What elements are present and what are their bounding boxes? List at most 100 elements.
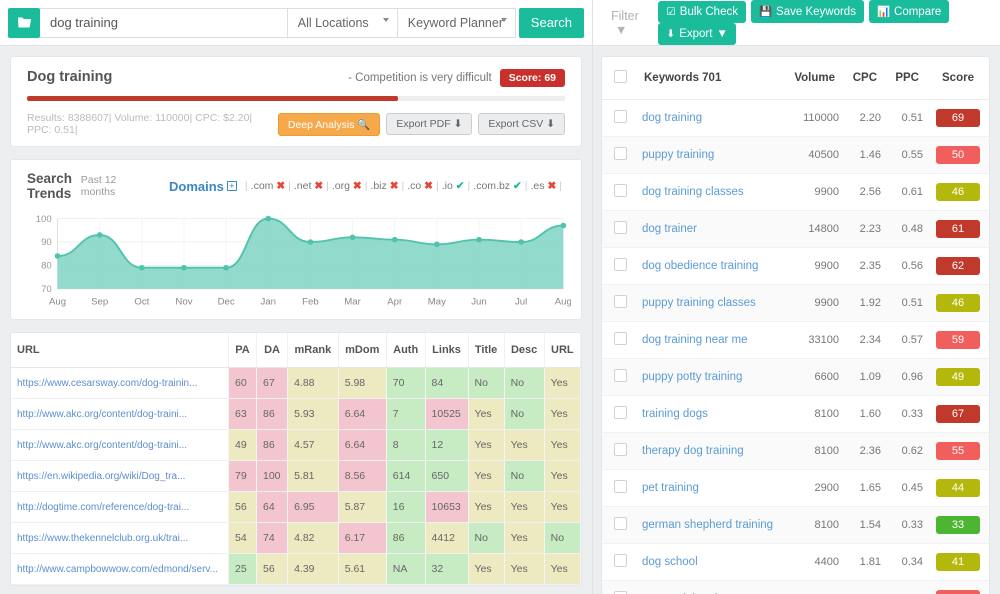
domain-item[interactable]: .es ✖	[531, 180, 557, 192]
domain-item[interactable]: .biz ✖	[370, 180, 398, 192]
volume-cell: 4400	[789, 543, 843, 581]
url-table-column-3[interactable]: mRank	[287, 333, 339, 368]
keyword-link[interactable]: dog training	[642, 112, 702, 124]
search-button[interactable]: Search	[518, 7, 584, 38]
result-url-link[interactable]: http://dogtime.com/reference/dog-trai...	[17, 502, 189, 513]
cpc-cell: 2.56	[843, 173, 885, 211]
left-scroll-area: Dog training - Competition is very diffi…	[0, 46, 592, 594]
score-cell: 46	[927, 173, 989, 211]
search-input[interactable]	[40, 7, 288, 38]
export-button[interactable]: ⬇ Export ▼	[658, 23, 736, 45]
keyword-link[interactable]: therapy dog training	[642, 445, 744, 457]
url-table-column-2[interactable]: DA	[256, 333, 289, 368]
keyword-table-card: Keywords 701 Volume CPC PPC Score dog tr…	[601, 56, 990, 594]
row-checkbox[interactable]	[613, 406, 627, 419]
url-table-column-7[interactable]: Title	[468, 333, 505, 368]
url-table-column-5[interactable]: Auth	[386, 333, 426, 368]
row-checkbox[interactable]	[613, 258, 627, 271]
score-cell: 59	[927, 321, 989, 359]
score-badge: 53	[936, 590, 980, 594]
source-select[interactable]: Keyword Planner	[397, 7, 516, 38]
metric-cell-mrank: 6.95	[287, 491, 339, 523]
compare-button[interactable]: 📊 Compare	[868, 0, 950, 23]
result-url-link[interactable]: https://www.cesarsway.com/dog-trainin...	[17, 378, 197, 389]
result-url-link[interactable]: http://www.akc.org/content/dog-traini...	[17, 440, 187, 451]
ppc-column-header[interactable]: PPC	[885, 57, 927, 100]
keyword-link[interactable]: dog school	[642, 556, 698, 568]
domain-item[interactable]: .io ✔	[442, 180, 465, 192]
row-checkbox[interactable]	[613, 517, 627, 530]
row-checkbox[interactable]	[613, 110, 627, 123]
cpc-cell: 2.34	[843, 321, 885, 359]
domain-item[interactable]: .net ✖	[294, 180, 323, 192]
cpc-column-header[interactable]: CPC	[843, 57, 885, 100]
keyword-link[interactable]: dog obedience training	[642, 260, 758, 272]
keyword-link[interactable]: dog training classes	[642, 186, 744, 198]
keywords-column-header[interactable]: Keywords 701	[638, 57, 789, 100]
volume-cell: 2900	[789, 469, 843, 507]
url-cell: http://www.campbowwow.com/edmond/serv...	[11, 553, 230, 585]
volume-cell: 14800	[789, 210, 843, 248]
export-csv-button[interactable]: Export CSV ⬇	[478, 113, 565, 135]
row-checkbox[interactable]	[613, 480, 627, 493]
location-select[interactable]: All Locations	[287, 7, 398, 38]
bulk-check-button[interactable]: ☑ Bulk Check	[658, 1, 746, 23]
keyword-link[interactable]: dog trainer	[642, 223, 697, 235]
row-checkbox[interactable]	[613, 332, 627, 345]
url-table-column-6[interactable]: Links	[425, 333, 469, 368]
row-checkbox[interactable]	[613, 295, 627, 308]
keyword-link[interactable]: pet training	[642, 482, 699, 494]
domain-item[interactable]: .com.bz ✔	[473, 180, 522, 192]
select-all-header	[602, 57, 638, 100]
save-keywords-button[interactable]: 💾 Save Keywords	[750, 0, 864, 23]
keyword-link[interactable]: puppy training classes	[642, 297, 756, 309]
row-checkbox[interactable]	[613, 221, 627, 234]
keyword-link[interactable]: training dogs	[642, 408, 708, 420]
score-badge: 33	[936, 516, 980, 534]
select-all-checkbox[interactable]	[613, 70, 627, 83]
url-table-column-1[interactable]: PA	[228, 333, 257, 368]
keyword-link[interactable]: puppy training	[642, 149, 714, 161]
url-table-column-9[interactable]: URL	[544, 333, 581, 368]
folder-icon[interactable]	[8, 7, 40, 38]
metric-cell-auth: 7	[386, 398, 426, 430]
metric-cell-desc: Yes	[504, 429, 545, 461]
result-url-link[interactable]: http://www.campbowwow.com/edmond/serv...	[17, 564, 218, 575]
plus-icon[interactable]: +	[226, 181, 237, 191]
keyword-link[interactable]: dog training near me	[642, 334, 747, 346]
domain-item[interactable]: .com ✖	[251, 180, 285, 192]
metric-cell-pa: 54	[228, 522, 257, 554]
domain-item[interactable]: .org ✖	[332, 180, 362, 192]
url-table-column-4[interactable]: mDom	[338, 333, 387, 368]
score-column-header[interactable]: Score	[927, 57, 989, 100]
keyword-row: puppy potty training 6600 1.09 0.96 49	[602, 358, 989, 396]
row-checkbox[interactable]	[613, 554, 627, 567]
export-pdf-button[interactable]: Export PDF ⬇	[386, 113, 473, 135]
keyword-link[interactable]: puppy potty training	[642, 371, 742, 383]
volume-column-header[interactable]: Volume	[789, 57, 843, 100]
domain-separator: |	[524, 180, 528, 192]
row-checkbox[interactable]	[613, 369, 627, 382]
row-select-cell	[602, 247, 638, 285]
url-cell: https://www.cesarsway.com/dog-trainin...	[11, 367, 230, 399]
cpc-cell: 2.20	[843, 99, 885, 137]
row-checkbox[interactable]	[613, 147, 627, 160]
deep-analysis-button[interactable]: Deep Analysis 🔍	[277, 112, 381, 136]
url-table-column-0[interactable]: URL	[11, 333, 230, 368]
search-trends-header: Search Trends Past 12 months Domains + |…	[11, 160, 581, 209]
filter-button[interactable]: Filter ▼	[603, 9, 653, 37]
result-url-link[interactable]: https://en.wikipedia.org/wiki/Dog_tra...	[17, 471, 185, 482]
row-select-cell	[602, 580, 638, 594]
domain-item[interactable]: .co ✖	[407, 180, 433, 192]
result-url-link[interactable]: http://www.akc.org/content/dog-traini...	[17, 409, 187, 420]
result-url-link[interactable]: https://www.thekennelclub.org.uk/trai...	[17, 533, 188, 544]
search-trends-chart: 70 80 90 100 Aug Sep Oct Nov Dec Jan Feb Mar Apr May J…	[11, 209, 581, 319]
metric-cell-desc: Yes	[504, 522, 545, 554]
row-checkbox[interactable]	[613, 184, 627, 197]
keyword-link[interactable]: german shepherd training	[642, 519, 773, 531]
score-badge: 67	[936, 405, 980, 423]
url-table-column-8[interactable]: Desc	[504, 333, 545, 368]
metric-cell-mdom: 5.98	[338, 367, 387, 399]
row-checkbox[interactable]	[613, 443, 627, 456]
metric-cell-da: 67	[256, 367, 289, 399]
